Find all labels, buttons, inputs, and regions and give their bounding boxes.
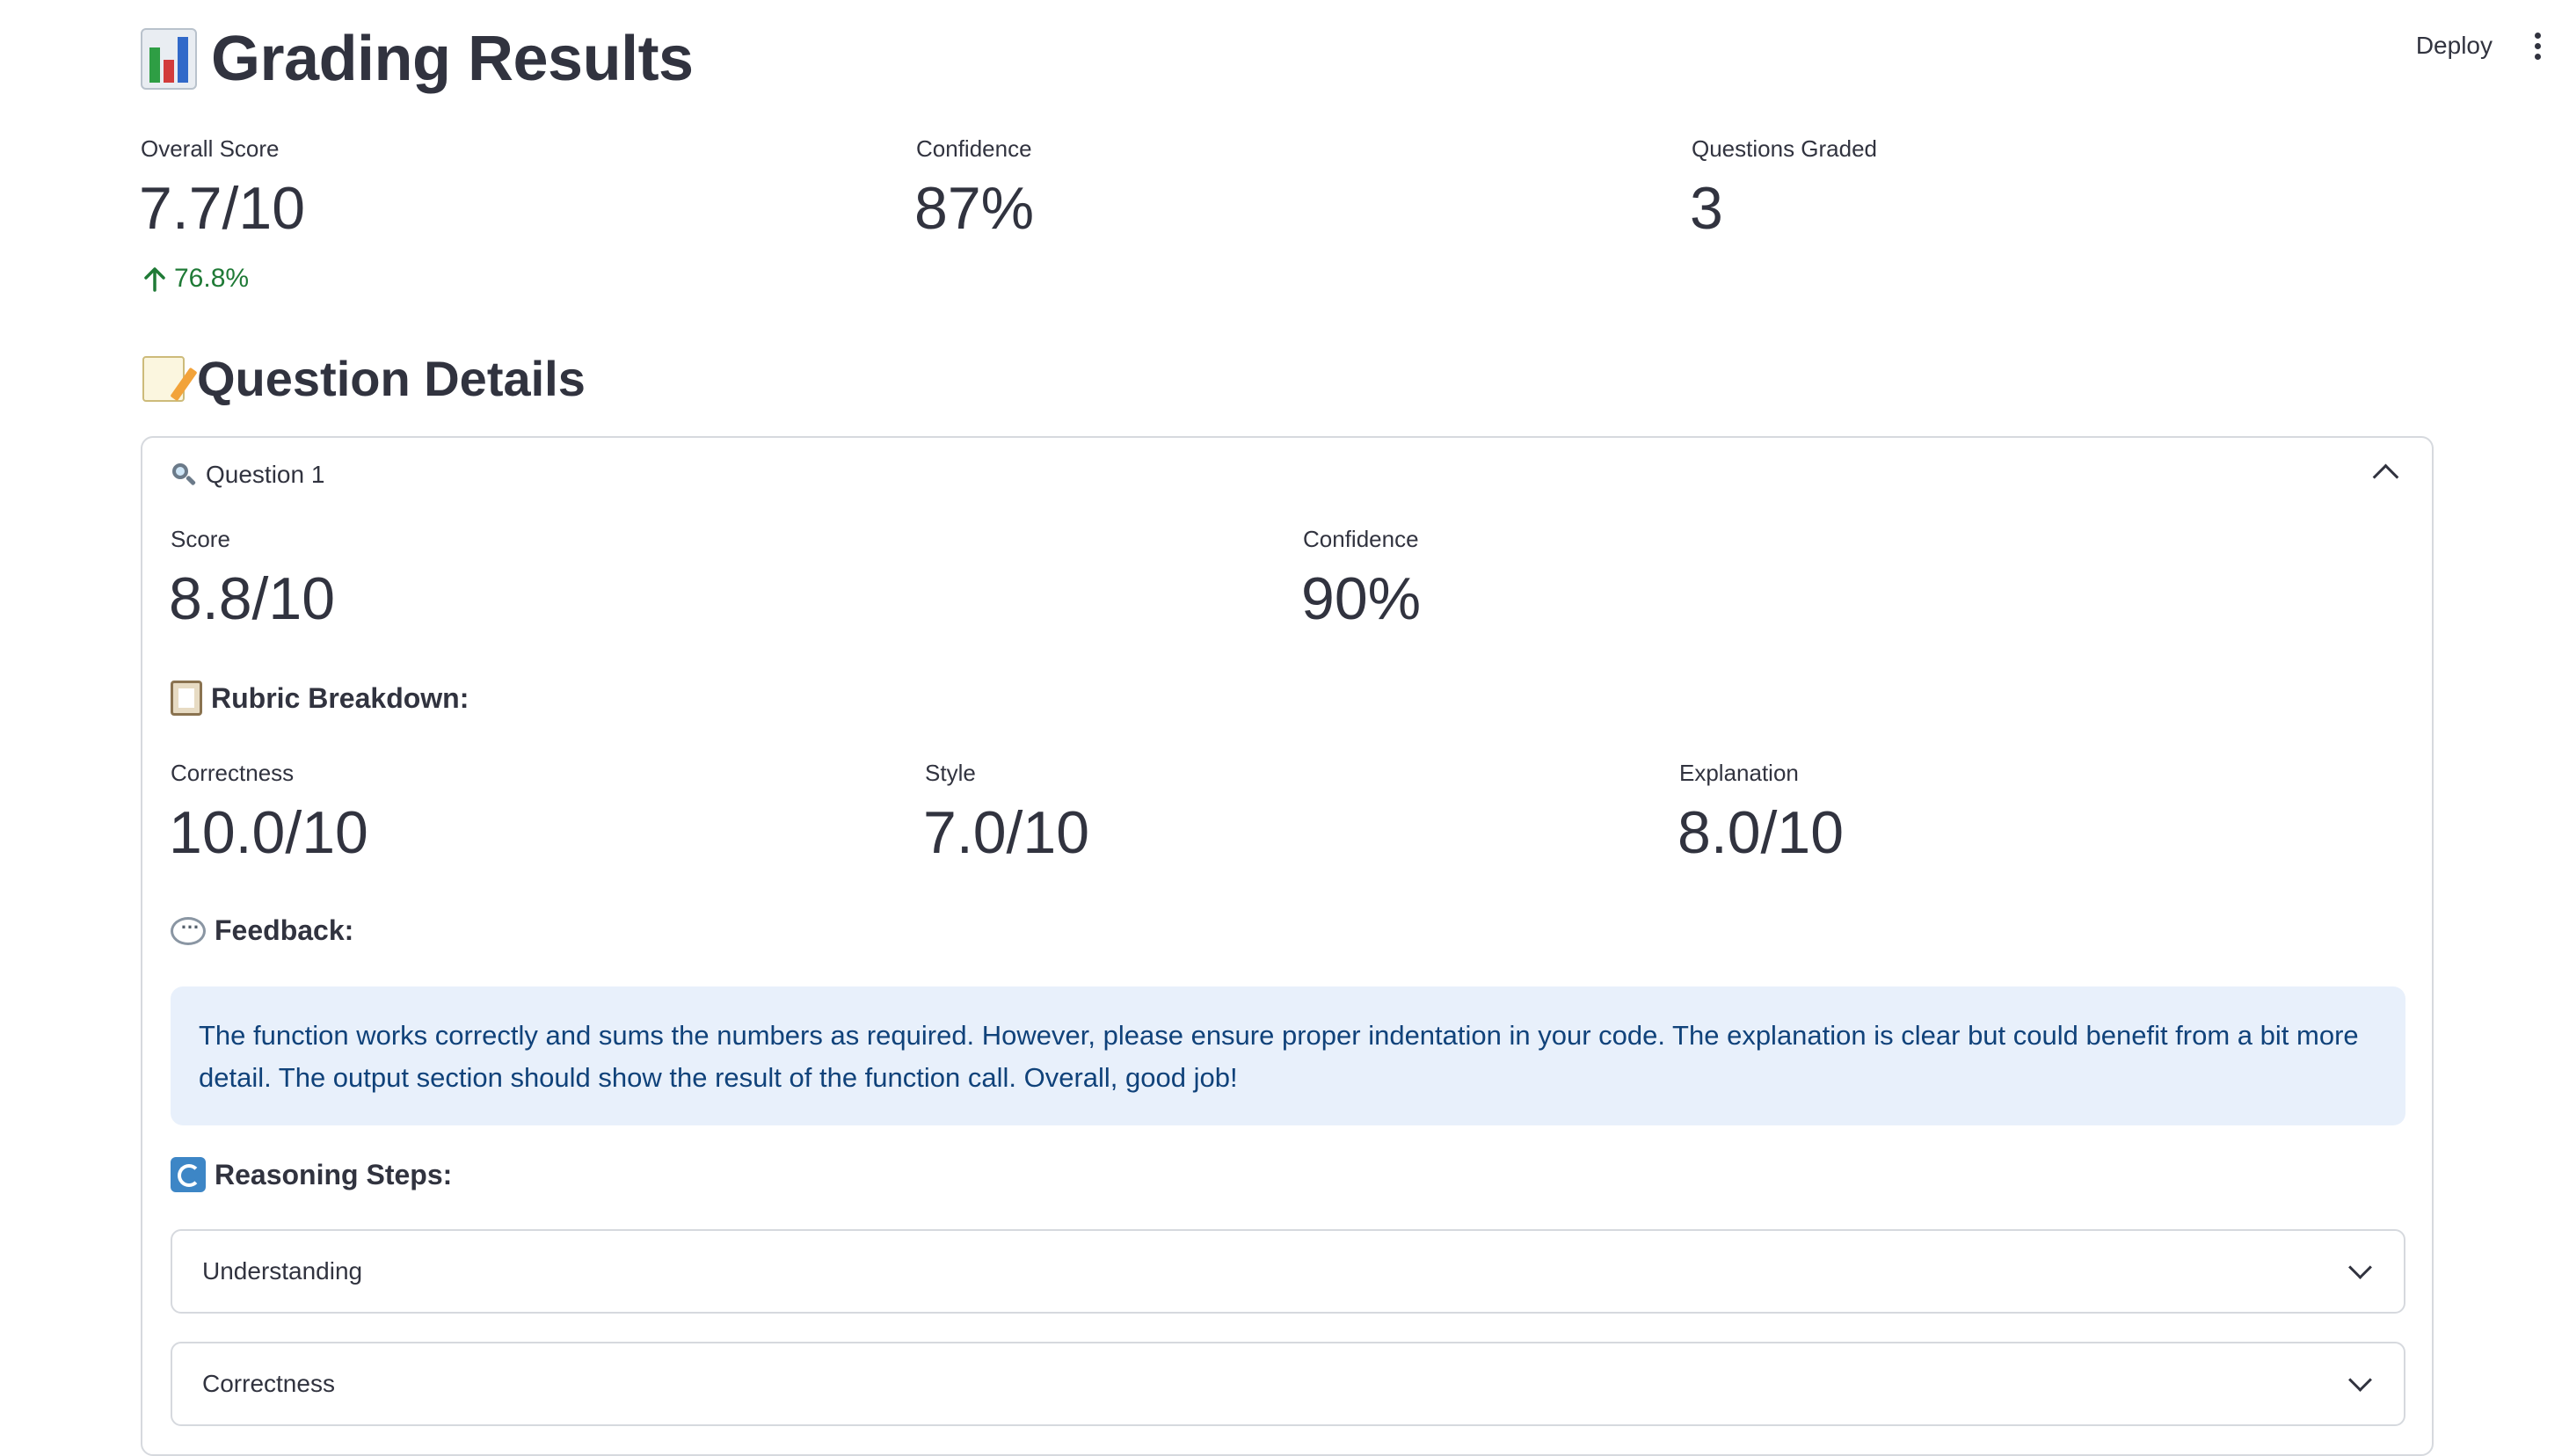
rubric-explanation-label: Explanation	[1679, 760, 1799, 786]
overall-score-delta-text: 76.8%	[174, 264, 250, 293]
feedback-heading-text: Feedback:	[215, 914, 354, 946]
memo-icon	[142, 355, 185, 402]
rubric-explanation-value: 8.0/10	[1677, 799, 1845, 866]
question-confidence-value: 90%	[1301, 565, 1422, 632]
clipboard-icon	[171, 681, 202, 716]
questions-graded-value: 3	[1690, 175, 1723, 242]
rubric-correctness-value: 10.0/10	[169, 799, 368, 866]
overall-score-label: Overall Score	[141, 135, 280, 162]
question-details-heading: Question Details	[142, 350, 586, 407]
top-toolbar: Deploy	[2407, 25, 2551, 67]
question-score-value: 8.8/10	[169, 565, 336, 632]
page-title-text: Grading Results	[211, 24, 694, 94]
bar-chart-icon	[141, 28, 197, 90]
magnifier-icon	[171, 462, 197, 488]
reasoning-step-correctness[interactable]: Correctness	[171, 1342, 2405, 1426]
question-details-title: Question Details	[197, 351, 586, 406]
refresh-icon	[171, 1157, 206, 1192]
reasoning-heading-text: Reasoning Steps:	[215, 1158, 453, 1190]
confidence-label: Confidence	[916, 135, 1032, 162]
confidence-value: 87%	[914, 175, 1035, 242]
reasoning-step-label: Understanding	[202, 1257, 363, 1285]
deploy-button[interactable]: Deploy	[2407, 25, 2501, 67]
feedback-box: The function works correctly and sums th…	[171, 986, 2405, 1125]
reasoning-step-understanding[interactable]: Understanding	[171, 1229, 2405, 1314]
arrow-up-icon	[144, 267, 165, 292]
page-title: Grading Results	[141, 23, 694, 95]
chevron-up-icon[interactable]	[2372, 463, 2399, 491]
feedback-heading: Feedback:	[171, 911, 354, 947]
feedback-text: The function works correctly and sums th…	[199, 1020, 2359, 1093]
chevron-down-icon	[2348, 1256, 2372, 1279]
main-menu-icon[interactable]	[2524, 27, 2551, 65]
overall-score-value: 7.7/10	[139, 175, 306, 242]
chevron-down-icon	[2348, 1368, 2372, 1392]
rubric-heading-text: Rubric Breakdown:	[211, 681, 469, 714]
overall-score-delta: 76.8%	[142, 264, 249, 294]
rubric-style-label: Style	[925, 760, 976, 786]
question-1-header[interactable]: Question 1	[171, 461, 324, 489]
questions-graded-label: Questions Graded	[1692, 135, 1878, 162]
speech-bubble-icon	[171, 911, 206, 945]
rubric-correctness-label: Correctness	[171, 760, 295, 786]
reasoning-heading: Reasoning Steps:	[171, 1157, 452, 1192]
question-score-label: Score	[171, 526, 230, 552]
question-1-label: Question 1	[206, 461, 325, 488]
question-confidence-label: Confidence	[1303, 526, 1419, 552]
question-1-expander: Question 1 Score 8.8/10 Confidence 90% R…	[141, 436, 2434, 1456]
rubric-style-value: 7.0/10	[923, 799, 1090, 866]
reasoning-step-label: Correctness	[202, 1370, 335, 1397]
rubric-heading: Rubric Breakdown:	[171, 681, 469, 716]
